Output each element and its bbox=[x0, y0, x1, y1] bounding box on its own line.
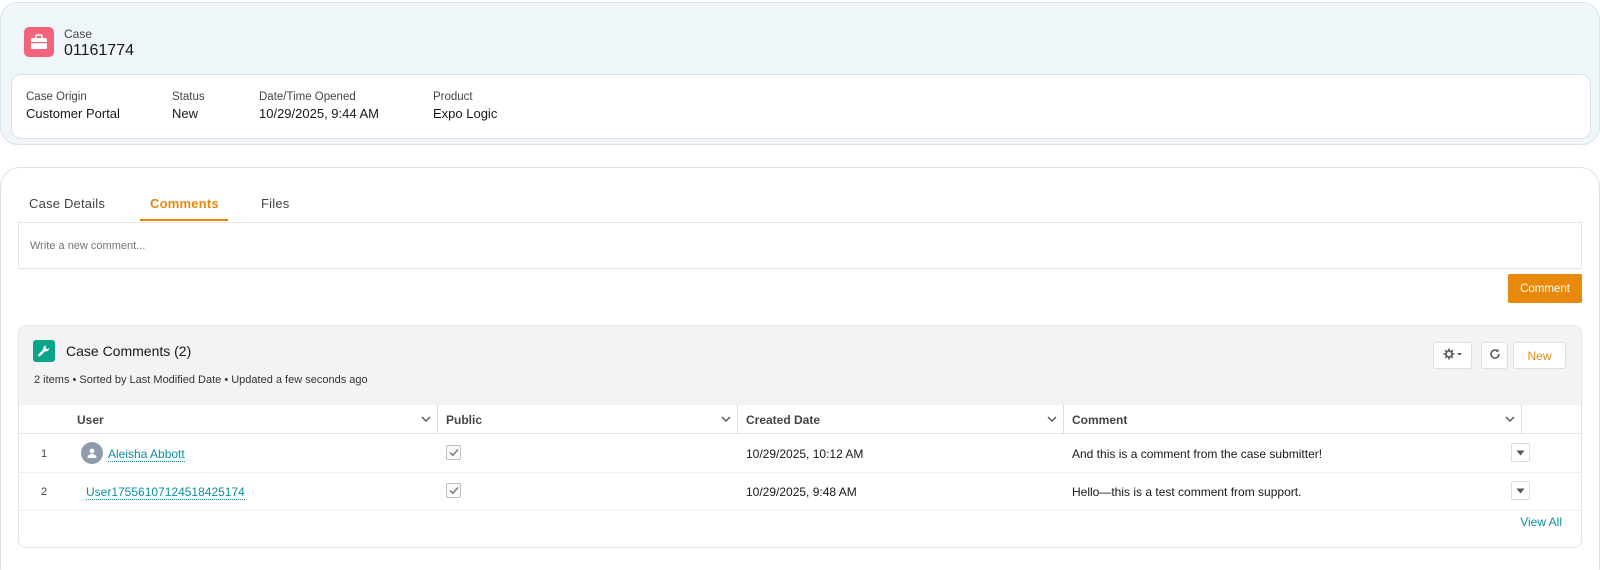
column-header-created-date[interactable]: Created Date bbox=[738, 405, 1064, 434]
briefcase-icon bbox=[24, 27, 54, 57]
new-comment-button[interactable]: New bbox=[1513, 342, 1566, 369]
field-label: Case Origin bbox=[26, 91, 87, 103]
comment-button[interactable]: Comment bbox=[1508, 274, 1582, 303]
field-label: Product bbox=[433, 91, 473, 103]
related-list-meta: 2 items • Sorted by Last Modified Date •… bbox=[34, 374, 368, 386]
field-label: Date/Time Opened bbox=[259, 91, 356, 103]
field-label: Status bbox=[172, 91, 205, 103]
created-date: 10/29/2025, 10:12 AM bbox=[746, 447, 864, 461]
chevron-down-icon[interactable] bbox=[1047, 414, 1057, 424]
tab-comments[interactable]: Comments bbox=[150, 196, 219, 211]
user-link[interactable]: Aleisha Abbott bbox=[108, 447, 185, 462]
table-row: 2 User17556107124518425174 10/29/2025, 9… bbox=[19, 473, 1581, 511]
active-tab-indicator bbox=[140, 219, 228, 221]
field-value: 10/29/2025, 9:44 AM bbox=[259, 106, 379, 121]
row-number: 2 bbox=[41, 486, 48, 498]
refresh-button[interactable] bbox=[1481, 342, 1508, 369]
tab-case-details[interactable]: Case Details bbox=[29, 196, 105, 211]
created-date: 10/29/2025, 9:48 AM bbox=[746, 485, 857, 499]
checkmark-icon bbox=[449, 487, 459, 495]
table-row: 1 Aleisha Abbott 10/29/2025, 10:12 AM An… bbox=[19, 435, 1581, 473]
case-comments-list: Case Comments (2) 2 items • Sorted by La… bbox=[18, 325, 1582, 548]
field-case-origin: Case Origin Customer Portal bbox=[26, 91, 120, 121]
public-checkbox bbox=[446, 483, 461, 498]
field-status: Status New bbox=[172, 91, 205, 121]
wrench-icon bbox=[33, 340, 55, 362]
chevron-down-icon[interactable] bbox=[1505, 414, 1515, 424]
view-all-link[interactable]: View All bbox=[1520, 515, 1562, 529]
new-comment-input[interactable] bbox=[18, 222, 1582, 269]
comment-text: Hello—this is a test comment from suppor… bbox=[1072, 485, 1302, 499]
field-value: Customer Portal bbox=[26, 106, 120, 121]
comment-text: And this is a comment from the case subm… bbox=[1072, 447, 1323, 461]
row-actions-button[interactable] bbox=[1511, 443, 1530, 462]
column-label: Public bbox=[446, 413, 483, 427]
caret-down-icon bbox=[1516, 488, 1525, 493]
object-label: Case bbox=[64, 27, 93, 41]
row-actions-button[interactable] bbox=[1511, 481, 1530, 500]
related-list-title: Case Comments (2) bbox=[66, 343, 192, 359]
case-number: 01161774 bbox=[64, 42, 134, 59]
column-label: User bbox=[77, 413, 104, 427]
gear-icon bbox=[1443, 348, 1463, 363]
user-cell: Aleisha Abbott bbox=[108, 447, 185, 462]
column-label: Created Date bbox=[746, 413, 821, 427]
user-avatar-icon bbox=[81, 442, 103, 464]
user-link[interactable]: User17556107124518425174 bbox=[86, 485, 245, 500]
row-number-header bbox=[19, 405, 69, 434]
tab-files[interactable]: Files bbox=[261, 196, 289, 211]
field-value: New bbox=[172, 106, 199, 121]
actions-header bbox=[1522, 405, 1581, 434]
field-value: Expo Logic bbox=[433, 106, 498, 121]
field-date-opened: Date/Time Opened 10/29/2025, 9:44 AM bbox=[259, 91, 379, 121]
row-number: 1 bbox=[41, 448, 48, 460]
column-header-comment[interactable]: Comment bbox=[1064, 405, 1522, 434]
related-list-header: Case Comments (2) 2 items • Sorted by La… bbox=[19, 326, 1581, 405]
public-checkbox bbox=[446, 445, 461, 460]
user-cell: User17556107124518425174 bbox=[86, 485, 245, 500]
field-product: Product Expo Logic bbox=[433, 91, 497, 121]
highlights-panel: Case Origin Customer Portal Status New D… bbox=[11, 74, 1591, 139]
column-label: Comment bbox=[1072, 413, 1128, 427]
checkmark-icon bbox=[449, 449, 459, 457]
column-header-public[interactable]: Public bbox=[438, 405, 738, 434]
column-header-user[interactable]: User bbox=[69, 405, 438, 434]
caret-down-icon bbox=[1516, 450, 1525, 455]
list-settings-button[interactable] bbox=[1433, 342, 1472, 369]
chevron-down-icon[interactable] bbox=[721, 414, 731, 424]
refresh-icon bbox=[1489, 348, 1501, 363]
chevron-down-icon[interactable] bbox=[421, 414, 431, 424]
case-header: Case 01161774 Case Origin Customer Porta… bbox=[0, 2, 1600, 145]
